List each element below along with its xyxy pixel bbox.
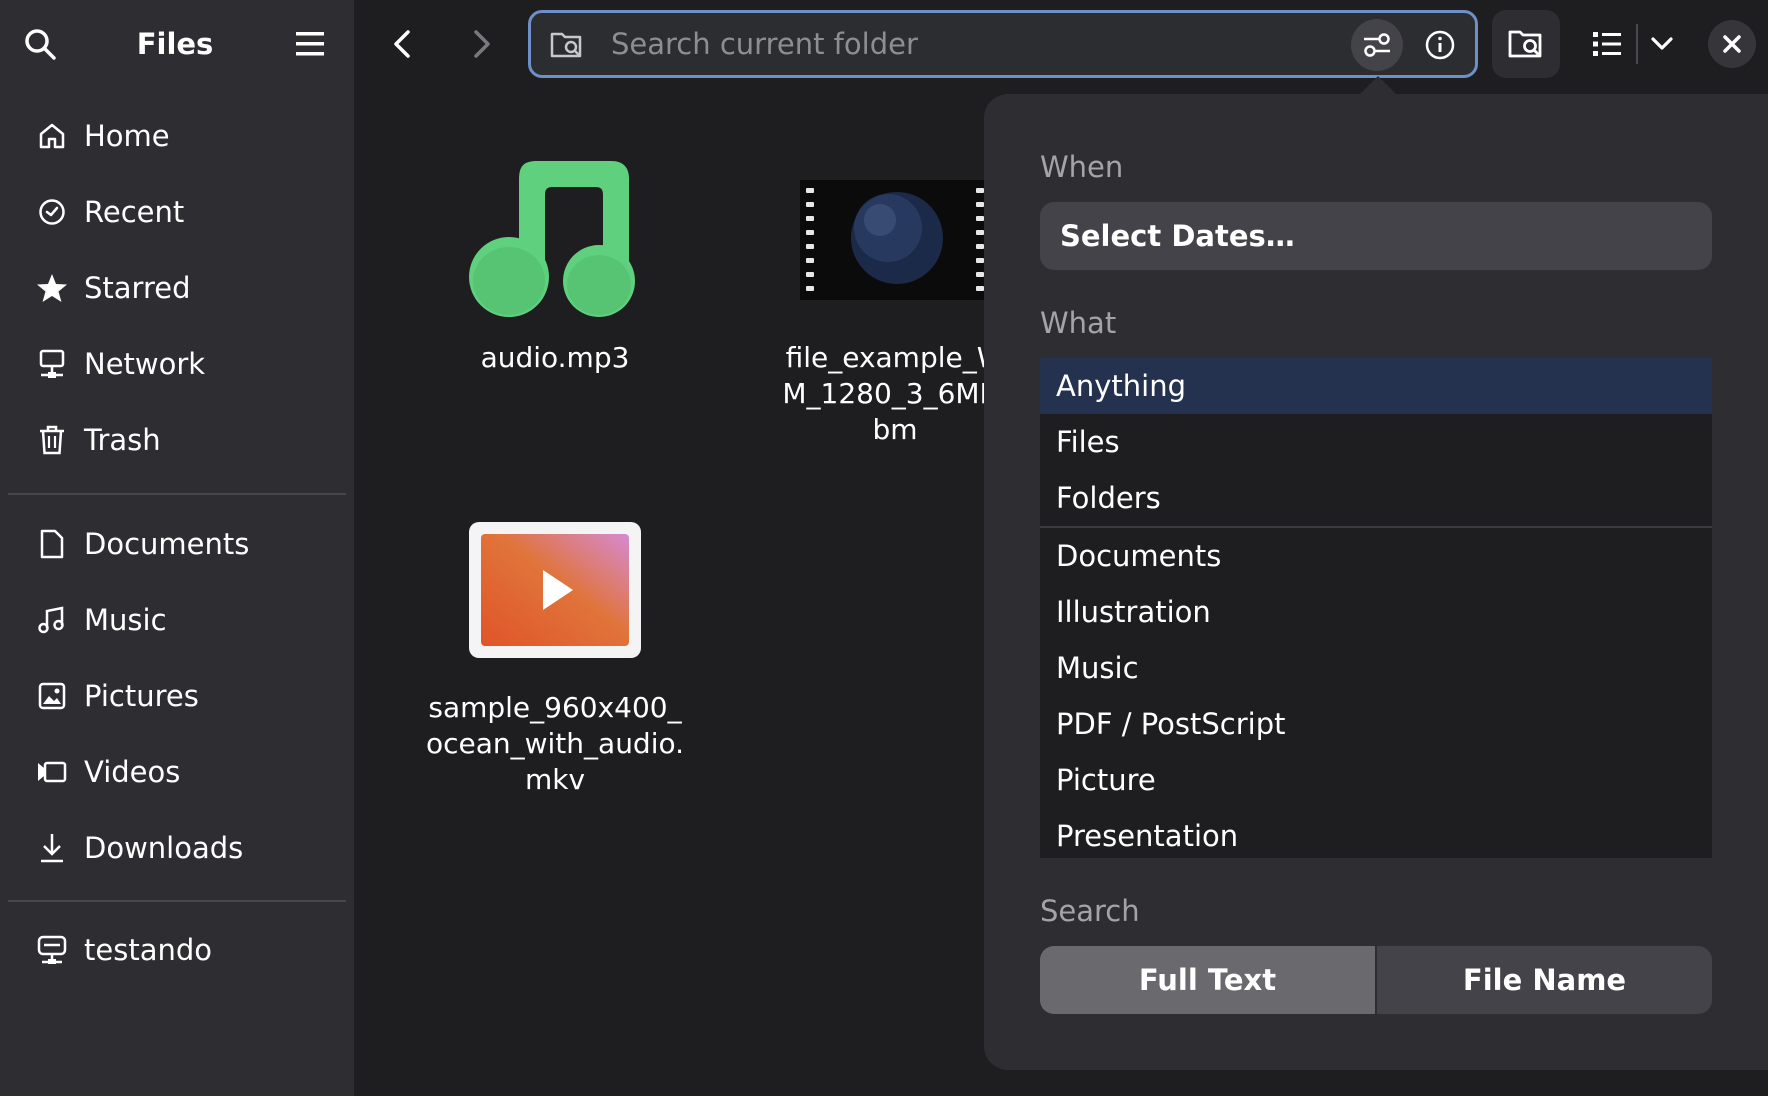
document-icon <box>32 524 72 564</box>
sidebar-item-network[interactable]: Network <box>20 334 336 394</box>
file-type-list: Anything Files Folders Documents Illustr… <box>1040 358 1712 858</box>
what-label: What <box>1040 306 1117 340</box>
home-icon <box>32 116 72 156</box>
file-name-button[interactable]: File Name <box>1377 946 1712 1014</box>
sidebar-item-downloads[interactable]: Downloads <box>20 818 336 878</box>
network-icon <box>32 344 72 384</box>
sidebar-item-label: Starred <box>84 271 191 305</box>
hamburger-menu-icon <box>296 32 324 56</box>
sidebar-item-label: Documents <box>84 527 250 561</box>
search-label: Search <box>1040 894 1140 928</box>
folder-search-icon <box>1508 30 1542 58</box>
sidebar-item-testando[interactable]: testando <box>20 920 336 980</box>
sidebar: Files Home Recent Starred Network Trash … <box>0 0 354 1096</box>
toolbar-separator <box>1636 24 1638 64</box>
sidebar-item-label: Network <box>84 347 206 381</box>
search-icon <box>25 29 56 60</box>
sidebar-item-home[interactable]: Home <box>20 106 336 166</box>
close-window-button[interactable] <box>1708 20 1756 68</box>
trash-icon <box>32 420 72 460</box>
file-type-option-illustration[interactable]: Illustration <box>1040 584 1712 640</box>
clock-icon <box>32 192 72 232</box>
when-label: When <box>1040 150 1124 184</box>
sidebar-item-pictures[interactable]: Pictures <box>20 666 336 726</box>
file-type-option-presentation[interactable]: Presentation <box>1040 808 1712 858</box>
sidebar-item-documents[interactable]: Documents <box>20 514 336 574</box>
search-button[interactable] <box>20 24 60 64</box>
file-type-option-anything[interactable]: Anything <box>1040 358 1712 414</box>
sidebar-item-music[interactable]: Music <box>20 590 336 650</box>
search-mode-toggle: Full Text File Name <box>1040 946 1712 1014</box>
sidebar-separator <box>8 493 346 495</box>
picture-icon <box>32 676 72 716</box>
sidebar-separator <box>8 900 346 902</box>
file-type-option-files[interactable]: Files <box>1040 414 1712 470</box>
file-type-option-documents[interactable]: Documents <box>1040 528 1712 584</box>
file-type-option-pdf[interactable]: PDF / PostScript <box>1040 696 1712 752</box>
search-info-button[interactable] <box>1416 21 1464 69</box>
search-filters-button[interactable] <box>1351 19 1403 71</box>
folder-search-icon <box>549 27 585 63</box>
view-options-button[interactable] <box>1640 10 1684 78</box>
search-filters-popover: When Select Dates… What Anything Files F… <box>984 94 1768 1070</box>
back-button[interactable] <box>378 20 426 68</box>
sidebar-item-label: Downloads <box>84 831 244 865</box>
file-name: sample_960x400_ ocean_with_audio. mkv <box>425 691 685 796</box>
list-view-icon <box>1593 32 1621 56</box>
video-icon <box>32 752 72 792</box>
chevron-right-icon <box>474 30 490 58</box>
close-icon <box>1723 35 1741 53</box>
select-dates-button[interactable]: Select Dates… <box>1040 202 1712 270</box>
view-mode-button[interactable] <box>1578 10 1636 78</box>
music-icon <box>32 600 72 640</box>
sidebar-item-label: Pictures <box>84 679 199 713</box>
download-icon <box>32 828 72 868</box>
file-type-option-folders[interactable]: Folders <box>1040 470 1712 526</box>
sidebar-item-label: Videos <box>84 755 181 789</box>
app-title: Files <box>136 27 214 61</box>
star-icon <box>32 268 72 308</box>
remote-computer-icon <box>32 930 72 970</box>
audio-file-icon <box>420 150 690 330</box>
file-name: audio.mp3 <box>480 341 630 374</box>
forward-button[interactable] <box>458 20 506 68</box>
file-type-option-picture[interactable]: Picture <box>1040 752 1712 808</box>
video-file-icon <box>420 500 690 680</box>
search-input[interactable] <box>611 23 1311 65</box>
sidebar-header: Files <box>0 0 354 88</box>
info-icon <box>1425 30 1455 60</box>
full-text-button[interactable]: Full Text <box>1040 946 1375 1014</box>
sidebar-item-videos[interactable]: Videos <box>20 742 336 802</box>
sidebar-item-label: testando <box>84 933 212 967</box>
filter-sliders-icon <box>1364 33 1390 57</box>
sidebar-item-starred[interactable]: Starred <box>20 258 336 318</box>
popover-arrow <box>1358 76 1398 96</box>
sidebar-item-label: Trash <box>84 423 161 457</box>
sidebar-item-label: Music <box>84 603 167 637</box>
chevron-down-icon <box>1651 37 1673 50</box>
sidebar-item-recent[interactable]: Recent <box>20 182 336 242</box>
search-toggle-button[interactable] <box>1492 10 1560 78</box>
main-menu-button[interactable] <box>290 24 330 64</box>
chevron-left-icon <box>394 30 410 58</box>
sidebar-item-label: Recent <box>84 195 185 229</box>
sidebar-item-label: Home <box>84 119 170 153</box>
sidebar-item-trash[interactable]: Trash <box>20 410 336 470</box>
file-type-option-music[interactable]: Music <box>1040 640 1712 696</box>
search-bar <box>528 10 1478 78</box>
